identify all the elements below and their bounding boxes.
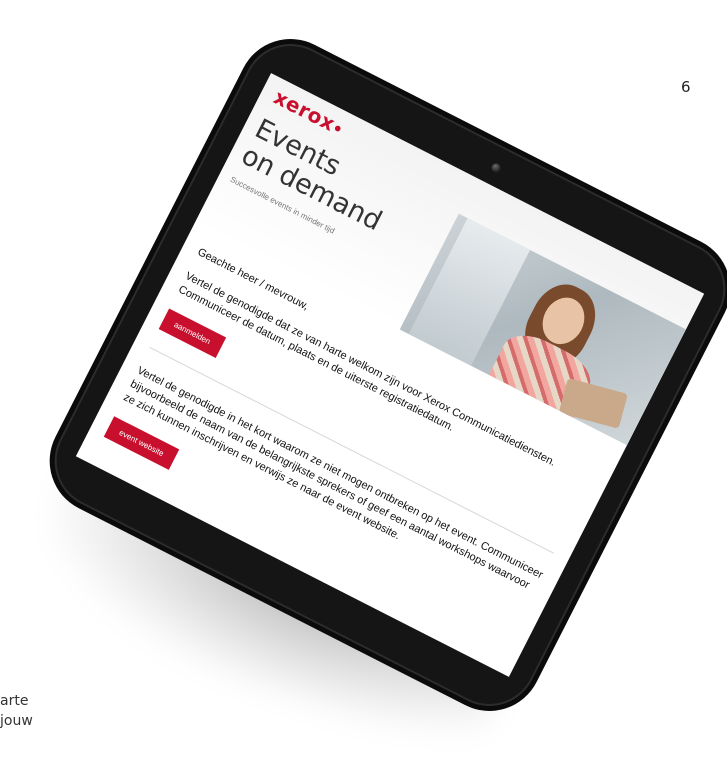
camera-icon — [489, 162, 503, 175]
cut-off-text-line-1: arte — [0, 693, 29, 709]
page-number: 6 — [681, 78, 691, 96]
cut-off-text-line-2: jouw — [0, 713, 33, 729]
